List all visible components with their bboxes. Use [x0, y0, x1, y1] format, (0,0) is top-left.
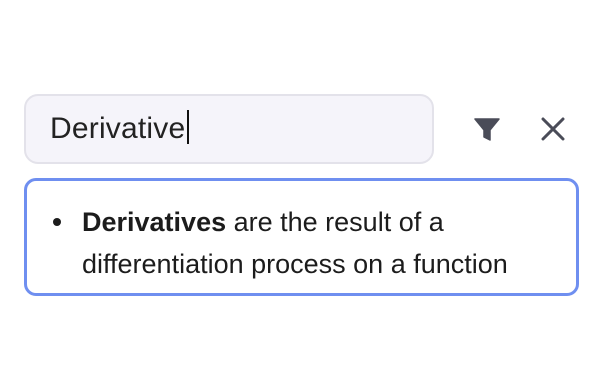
list-item[interactable]: Derivatives are the result of a differen…: [53, 201, 566, 285]
close-button[interactable]: [533, 109, 573, 149]
filter-icon: [474, 118, 500, 141]
text-caret: [187, 110, 190, 144]
close-icon: [541, 117, 565, 141]
bullet-icon: [53, 218, 61, 226]
filter-button[interactable]: [467, 109, 507, 149]
result-text: Derivatives are the result of a differen…: [82, 201, 566, 285]
search-panel: Derivative Derivatives are the result of…: [0, 0, 606, 381]
search-input[interactable]: Derivative: [24, 94, 434, 164]
search-result-card[interactable]: Derivatives are the result of a differen…: [24, 178, 579, 296]
result-term: Derivatives: [82, 207, 227, 237]
search-input-value[interactable]: Derivative: [50, 112, 185, 146]
